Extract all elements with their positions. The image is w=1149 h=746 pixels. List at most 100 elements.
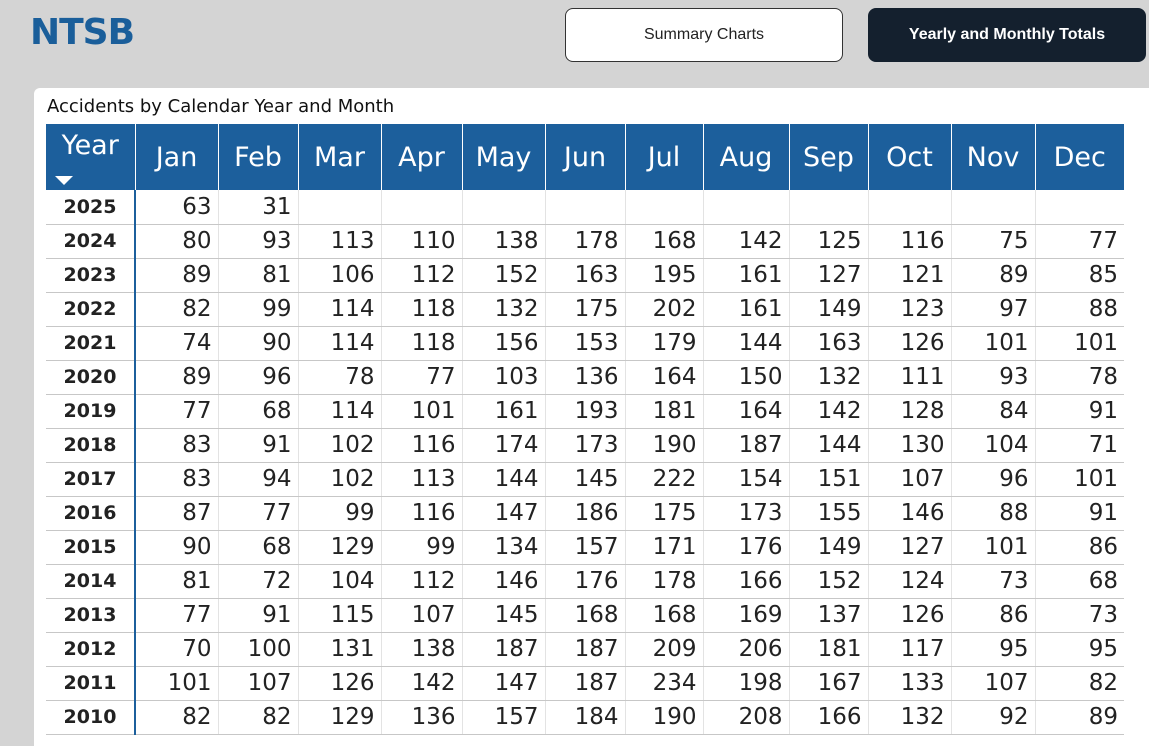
column-header-aug[interactable]: Aug <box>703 124 790 190</box>
value-cell: 93 <box>218 224 299 259</box>
value-cell: 132 <box>462 292 546 327</box>
value-cell: 145 <box>462 598 546 633</box>
year-cell: 2020 <box>46 360 136 395</box>
column-header-jan[interactable]: Jan <box>135 124 219 190</box>
column-header-feb[interactable]: Feb <box>218 124 299 190</box>
value-cell: 114 <box>298 326 382 361</box>
value-cell: 128 <box>868 394 952 429</box>
value-cell: 136 <box>545 360 626 395</box>
value-cell: 83 <box>135 462 219 497</box>
table-panel: Accidents by Calendar Year and Month Yea… <box>34 88 1149 746</box>
value-cell: 78 <box>298 360 382 395</box>
value-cell: 115 <box>298 598 382 633</box>
value-cell: 152 <box>462 258 546 293</box>
value-cell: 104 <box>951 428 1036 463</box>
value-cell: 116 <box>868 224 952 259</box>
table-row: 2016 87 77 99 116 147 186 175 173 155 146 88 91 <box>46 496 1124 531</box>
value-cell: 112 <box>381 564 463 599</box>
value-cell: 118 <box>381 326 463 361</box>
value-cell: 86 <box>951 598 1036 633</box>
value-cell: 138 <box>462 224 546 259</box>
year-cell: 2015 <box>46 530 136 565</box>
value-cell: 149 <box>789 292 869 327</box>
year-cell: 2012 <box>46 632 136 667</box>
value-cell: 161 <box>703 258 790 293</box>
summary-charts-button[interactable]: Summary Charts <box>565 8 843 62</box>
table-row: 2023 89 81 106 112 152 163 195 161 127 121 89 85 <box>46 258 1124 293</box>
table-row: 2011 101 107 126 142 147 187 234 198 167 133 107 82 <box>46 666 1124 701</box>
value-cell: 72 <box>218 564 299 599</box>
value-cell: 149 <box>789 530 869 565</box>
value-cell: 174 <box>462 428 546 463</box>
value-cell: 144 <box>789 428 869 463</box>
value-cell: 94 <box>218 462 299 497</box>
value-cell: 144 <box>462 462 546 497</box>
column-header-apr[interactable]: Apr <box>381 124 463 190</box>
table-row: 2010 82 82 129 136 157 184 190 208 166 132 92 89 <box>46 700 1124 735</box>
value-cell: 73 <box>951 564 1036 599</box>
column-header-oct[interactable]: Oct <box>868 124 952 190</box>
value-cell: 74 <box>135 326 219 361</box>
column-header-year[interactable]: Year <box>46 124 136 190</box>
value-cell: 127 <box>868 530 952 565</box>
value-cell: 68 <box>1035 564 1124 599</box>
value-cell: 95 <box>1035 632 1124 667</box>
value-cell: 85 <box>1035 258 1124 293</box>
value-cell <box>1035 190 1124 225</box>
column-header-mar[interactable]: Mar <box>298 124 382 190</box>
column-header-nov[interactable]: Nov <box>951 124 1036 190</box>
value-cell: 93 <box>951 360 1036 395</box>
value-cell: 129 <box>298 700 382 735</box>
year-cell: 2010 <box>46 700 136 735</box>
value-cell: 179 <box>625 326 704 361</box>
table-body: 2025 63 31 2024 80 93 113 110 138 178 168 142 125 116… <box>46 190 1124 735</box>
yearly-monthly-totals-button[interactable]: Yearly and Monthly Totals <box>868 8 1146 62</box>
value-cell: 168 <box>545 598 626 633</box>
value-cell: 97 <box>951 292 1036 327</box>
value-cell: 78 <box>1035 360 1124 395</box>
value-cell: 181 <box>625 394 704 429</box>
value-cell: 153 <box>545 326 626 361</box>
value-cell: 68 <box>218 530 299 565</box>
value-cell: 193 <box>545 394 626 429</box>
value-cell: 106 <box>298 258 382 293</box>
value-cell <box>462 190 546 225</box>
value-cell: 113 <box>298 224 382 259</box>
value-cell: 147 <box>462 666 546 701</box>
value-cell <box>381 190 463 225</box>
table-row: 2018 83 91 102 116 174 173 190 187 144 130 104 71 <box>46 428 1124 463</box>
value-cell <box>951 190 1036 225</box>
value-cell <box>625 190 704 225</box>
year-cell: 2017 <box>46 462 136 497</box>
value-cell: 86 <box>1035 530 1124 565</box>
value-cell: 89 <box>135 360 219 395</box>
value-cell: 130 <box>868 428 952 463</box>
column-header-sep[interactable]: Sep <box>789 124 869 190</box>
column-header-jul[interactable]: Jul <box>625 124 704 190</box>
value-cell: 161 <box>703 292 790 327</box>
value-cell: 222 <box>625 462 704 497</box>
value-cell <box>298 190 382 225</box>
value-cell: 118 <box>381 292 463 327</box>
value-cell: 77 <box>1035 224 1124 259</box>
sort-descending-icon[interactable] <box>55 176 73 185</box>
value-cell: 129 <box>298 530 382 565</box>
value-cell: 173 <box>703 496 790 531</box>
value-cell: 104 <box>298 564 382 599</box>
column-header-dec[interactable]: Dec <box>1035 124 1124 190</box>
value-cell: 113 <box>381 462 463 497</box>
value-cell <box>703 190 790 225</box>
value-cell: 91 <box>218 598 299 633</box>
column-header-jun[interactable]: Jun <box>545 124 626 190</box>
accidents-table: Year Jan Feb Mar Apr May Jun Jul Aug Sep Oct Nov Dec… <box>46 124 1124 735</box>
column-header-may[interactable]: May <box>462 124 546 190</box>
value-cell: 100 <box>218 632 299 667</box>
year-cell: 2022 <box>46 292 136 327</box>
year-cell: 2014 <box>46 564 136 599</box>
value-cell: 101 <box>135 666 219 701</box>
value-cell: 234 <box>625 666 704 701</box>
value-cell: 145 <box>545 462 626 497</box>
year-cell: 2018 <box>46 428 136 463</box>
table-row: 2012 70 100 131 138 187 187 209 206 181 117 95 95 <box>46 632 1124 667</box>
value-cell: 112 <box>381 258 463 293</box>
